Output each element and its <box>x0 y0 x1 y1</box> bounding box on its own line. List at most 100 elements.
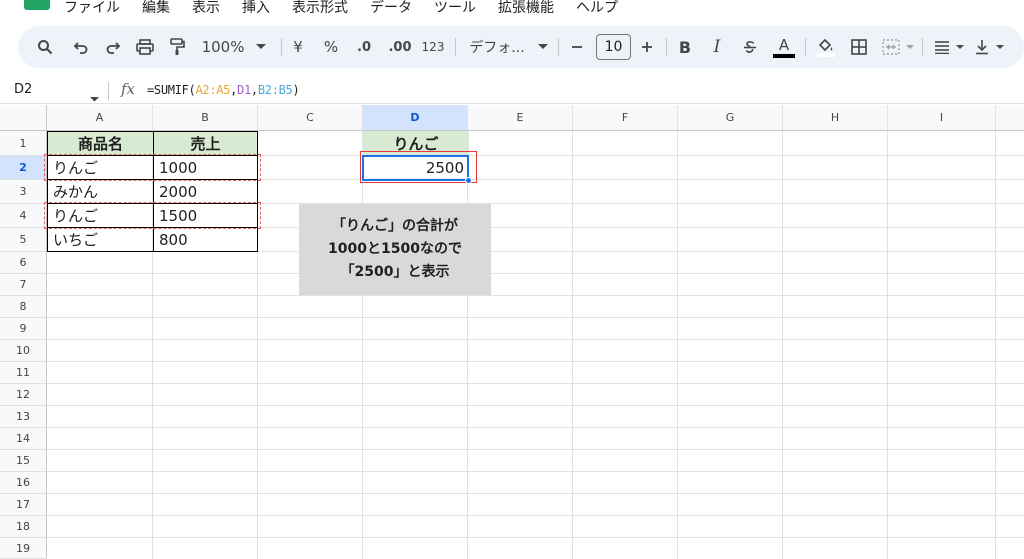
column-header-f[interactable]: F <box>573 105 678 131</box>
menu-insert[interactable]: 挿入 <box>242 0 270 16</box>
name-box[interactable]: D2 <box>14 82 32 97</box>
gridline <box>677 131 678 559</box>
row-header-14[interactable]: 14 <box>0 428 47 450</box>
row-header-11[interactable]: 11 <box>0 362 47 384</box>
increase-font-size-icon[interactable] <box>638 26 656 68</box>
percent-format-button[interactable]: % <box>322 26 340 68</box>
formula-input[interactable]: =SUMIF(A2:A5,D1,B2:B5) <box>147 83 300 97</box>
column-header-g[interactable]: G <box>678 105 783 131</box>
note-line: 「りんご」の合計が <box>332 218 458 234</box>
menu-bar: ファイル 編集 表示 挿入 表示形式 データ ツール 拡張機能 ヘルプ <box>0 0 1024 20</box>
table-cell[interactable]: 2000 <box>153 180 258 204</box>
column-header-d[interactable]: D <box>363 105 468 131</box>
gridline <box>47 295 1024 296</box>
column-header-overflow[interactable] <box>996 105 1024 131</box>
menu-file[interactable]: ファイル <box>64 0 120 16</box>
toolbar-divider <box>558 38 559 56</box>
column-header-b[interactable]: B <box>153 105 258 131</box>
row-header-7[interactable]: 7 <box>0 274 47 296</box>
name-box-dropdown-icon[interactable] <box>90 87 99 106</box>
decrease-decimal-button[interactable]: .0 <box>352 26 376 68</box>
decrease-font-size-icon[interactable] <box>568 26 586 68</box>
gridline <box>362 131 363 559</box>
paint-format-icon[interactable] <box>166 26 188 68</box>
menu-format[interactable]: 表示形式 <box>292 0 348 16</box>
redo-icon[interactable] <box>102 26 124 68</box>
gridline <box>782 131 783 559</box>
row-header-19[interactable]: 19 <box>0 538 47 559</box>
table-cell[interactable]: 800 <box>153 228 258 252</box>
formula-range-arg: A2:A5 <box>195 83 231 97</box>
row-header-17[interactable]: 17 <box>0 494 47 516</box>
menu-edit[interactable]: 編集 <box>142 0 170 16</box>
menu-extensions[interactable]: 拡張機能 <box>498 0 554 16</box>
selected-cell-outline <box>362 155 469 181</box>
table-cell[interactable]: みかん <box>47 180 154 204</box>
valign-dropdown-icon[interactable] <box>994 26 1006 68</box>
italic-button[interactable]: I <box>708 26 726 68</box>
fill-color-icon[interactable] <box>814 26 838 68</box>
fill-handle[interactable] <box>465 177 472 184</box>
font-select[interactable]: デフォ... <box>466 26 528 68</box>
formula-comma: , <box>230 83 238 97</box>
row-header-2[interactable]: 2 <box>0 156 47 180</box>
row-header-8[interactable]: 8 <box>0 296 47 318</box>
gridline <box>47 427 1024 428</box>
row-header-16[interactable]: 16 <box>0 472 47 494</box>
currency-format-button[interactable]: ¥ <box>290 26 306 68</box>
header-cell-sales[interactable]: 売上 <box>153 131 258 156</box>
print-icon[interactable] <box>134 26 156 68</box>
menu-help[interactable]: ヘルプ <box>576 0 618 16</box>
formula-criteria-arg: D1 <box>237 83 251 97</box>
gridline <box>995 131 996 559</box>
menu-view[interactable]: 表示 <box>192 0 220 16</box>
zoom-dropdown-icon[interactable] <box>254 26 268 68</box>
row-header-13[interactable]: 13 <box>0 406 47 428</box>
formula-bar-divider <box>108 82 109 100</box>
sheets-logo-icon[interactable] <box>24 0 50 10</box>
row-header-6[interactable]: 6 <box>0 252 47 274</box>
gridline <box>47 515 1024 516</box>
formula-comma: , <box>250 83 258 97</box>
menu-data[interactable]: データ <box>370 0 412 16</box>
align-dropdown-icon[interactable] <box>954 26 966 68</box>
merge-dropdown-icon[interactable] <box>904 26 916 68</box>
row-header-18[interactable]: 18 <box>0 516 47 538</box>
font-size-input[interactable]: 10 <box>596 34 631 60</box>
bold-button[interactable]: B <box>676 26 694 68</box>
borders-icon[interactable] <box>848 26 870 68</box>
gridline <box>467 131 468 559</box>
strikethrough-icon[interactable] <box>740 26 760 68</box>
menu-tools[interactable]: ツール <box>434 0 476 16</box>
table-cell[interactable]: いちご <box>47 228 154 252</box>
number-format-button[interactable]: 123 <box>420 26 446 68</box>
row-header-3[interactable]: 3 <box>0 180 47 204</box>
merge-cells-icon[interactable] <box>880 26 902 68</box>
row-header-15[interactable]: 15 <box>0 450 47 472</box>
horizontal-align-icon[interactable] <box>932 26 952 68</box>
note-line: 1000と1500なので <box>328 241 462 257</box>
column-header-c[interactable]: C <box>258 105 363 131</box>
column-header-a[interactable]: A <box>47 105 153 131</box>
row-header-4[interactable]: 4 <box>0 204 47 228</box>
header-cell-product[interactable]: 商品名 <box>47 131 154 156</box>
zoom-select[interactable]: 100% <box>202 26 245 68</box>
row-header-1[interactable]: 1 <box>0 131 47 156</box>
select-all-corner[interactable] <box>0 105 47 131</box>
undo-icon[interactable] <box>70 26 92 68</box>
column-header-h[interactable]: H <box>783 105 888 131</box>
search-menus-icon[interactable] <box>34 26 56 68</box>
row-header-12[interactable]: 12 <box>0 384 47 406</box>
column-header-i[interactable]: I <box>888 105 996 131</box>
font-dropdown-icon[interactable] <box>536 26 550 68</box>
formula-prefix: =SUMIF( <box>147 83 196 97</box>
row-header-5[interactable]: 5 <box>0 228 47 252</box>
increase-decimal-button[interactable]: .00 <box>386 26 414 68</box>
row-header-10[interactable]: 10 <box>0 340 47 362</box>
function-icon: fx <box>121 80 136 98</box>
vertical-align-icon[interactable] <box>972 26 992 68</box>
text-color-button[interactable]: A <box>772 26 796 68</box>
column-header-e[interactable]: E <box>468 105 573 131</box>
row-header-9[interactable]: 9 <box>0 318 47 340</box>
gridline <box>47 339 1024 340</box>
